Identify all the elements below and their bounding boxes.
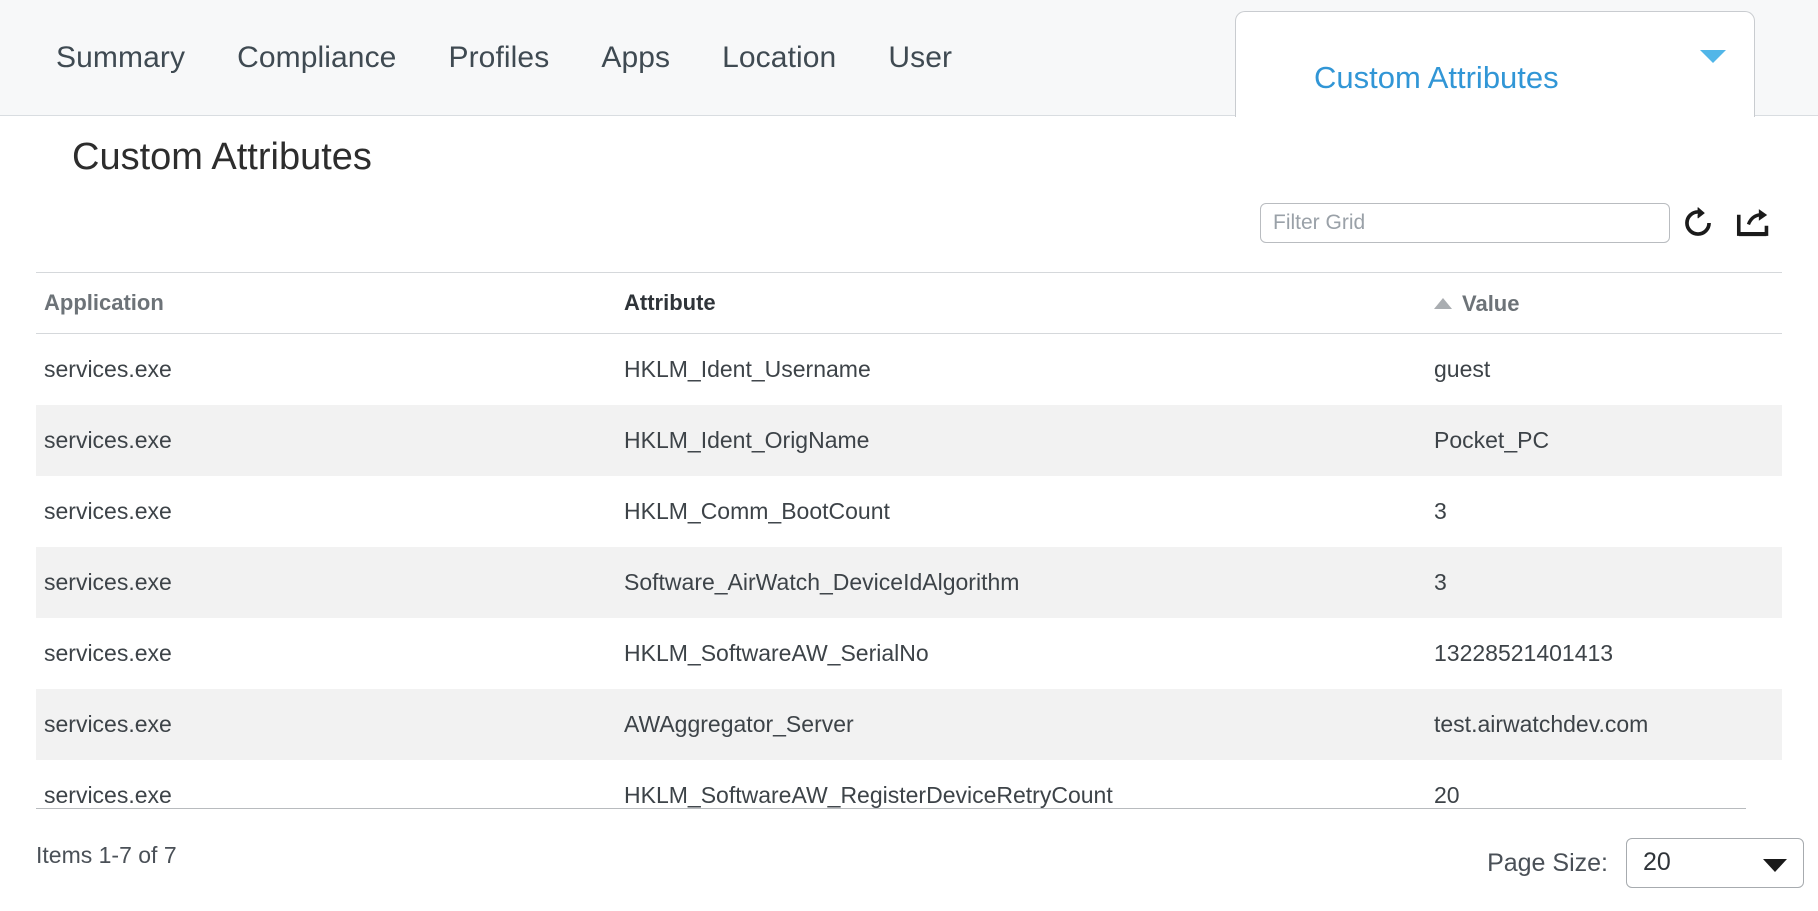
tab-custom-attributes[interactable]: Custom Attributes: [1235, 11, 1755, 117]
column-header-value-label: Value: [1462, 290, 1520, 316]
tab-location[interactable]: Location: [696, 43, 862, 73]
chevron-down-icon[interactable]: [1700, 50, 1726, 63]
column-header-attribute[interactable]: Attribute: [616, 273, 1426, 334]
cell-attribute: AWAggregator_Server: [616, 688, 1426, 760]
grid-footer-divider: [36, 808, 1746, 809]
table-row[interactable]: services.exe AWAggregator_Server test.ai…: [36, 688, 1782, 760]
cell-attribute: HKLM_Ident_Username: [624, 355, 871, 382]
chevron-down-icon[interactable]: [1763, 859, 1787, 872]
tab-profiles[interactable]: Profiles: [422, 43, 575, 73]
tab-summary[interactable]: Summary: [0, 43, 211, 73]
refresh-button[interactable]: [1670, 200, 1726, 246]
sort-ascending-icon: [1434, 298, 1452, 309]
filter-grid-input[interactable]: [1260, 203, 1670, 243]
grid-toolbar: [1260, 200, 1782, 246]
tab-list: Summary Compliance Profiles Apps Locatio…: [0, 0, 978, 116]
page-title: Custom Attributes: [72, 136, 372, 178]
page-size-label: Page Size:: [1487, 848, 1608, 877]
cell-application: services.exe: [36, 546, 616, 618]
tab-user[interactable]: User: [862, 43, 978, 73]
table-row[interactable]: services.exe HKLM_Ident_Username guest: [36, 333, 1782, 405]
cell-attribute: Software_AirWatch_DeviceIdAlgorithm: [616, 546, 1426, 618]
cell-application: services.exe: [44, 781, 172, 808]
page-size-control: Page Size: 20: [1487, 838, 1804, 888]
cell-attribute: HKLM_SoftwareAW_SerialNo: [624, 639, 929, 666]
table-row[interactable]: services.exe HKLM_SoftwareAW_RegisterDev…: [36, 760, 1782, 831]
page-size-select[interactable]: 20: [1626, 838, 1804, 888]
custom-attributes-grid: Application Attribute Value services.exe…: [36, 272, 1782, 831]
column-header-application-label: Application: [44, 289, 164, 315]
column-header-attribute-label: Attribute: [624, 289, 716, 315]
items-count-label: Items 1-7 of 7: [36, 842, 177, 868]
export-icon: [1736, 209, 1769, 237]
cell-value: Pocket_PC: [1426, 404, 1782, 476]
cell-application: services.exe: [36, 404, 616, 476]
grid-table: Application Attribute Value services.exe…: [36, 273, 1782, 831]
tab-apps[interactable]: Apps: [575, 43, 696, 73]
tab-compliance[interactable]: Compliance: [211, 43, 422, 73]
grid-header-row: Application Attribute Value: [36, 273, 1782, 334]
table-row[interactable]: services.exe Software_AirWatch_DeviceIdA…: [36, 546, 1782, 618]
table-row[interactable]: services.exe HKLM_Comm_BootCount 3: [36, 476, 1782, 547]
cell-attribute: HKLM_Ident_OrigName: [616, 404, 1426, 476]
column-header-value[interactable]: Value: [1426, 273, 1782, 334]
table-row[interactable]: services.exe HKLM_Ident_OrigName Pocket_…: [36, 404, 1782, 476]
cell-value: 13228521401413: [1434, 639, 1614, 666]
page-size-value: 20: [1643, 848, 1671, 876]
cell-attribute: HKLM_SoftwareAW_RegisterDeviceRetryCount: [624, 781, 1113, 808]
refresh-icon: [1685, 207, 1711, 236]
cell-attribute: HKLM_Comm_BootCount: [624, 497, 890, 524]
cell-value: guest: [1434, 355, 1491, 382]
tab-bar: Summary Compliance Profiles Apps Locatio…: [0, 0, 1818, 117]
cell-value: 3: [1434, 497, 1447, 524]
cell-value: 20: [1434, 781, 1460, 808]
table-row[interactable]: services.exe HKLM_SoftwareAW_SerialNo 13…: [36, 618, 1782, 689]
export-button[interactable]: [1726, 200, 1782, 246]
cell-application: services.exe: [44, 355, 172, 382]
cell-application: services.exe: [44, 639, 172, 666]
cell-value: test.airwatchdev.com: [1426, 688, 1782, 760]
cell-application: services.exe: [44, 497, 172, 524]
cell-application: services.exe: [36, 688, 616, 760]
cell-value: 3: [1426, 546, 1782, 618]
column-header-application[interactable]: Application: [36, 273, 616, 334]
grid-header: Application Attribute Value: [36, 273, 1782, 334]
grid-body: services.exe HKLM_Ident_Username guest s…: [36, 333, 1782, 831]
tab-custom-attributes-label: Custom Attributes: [1314, 60, 1559, 95]
